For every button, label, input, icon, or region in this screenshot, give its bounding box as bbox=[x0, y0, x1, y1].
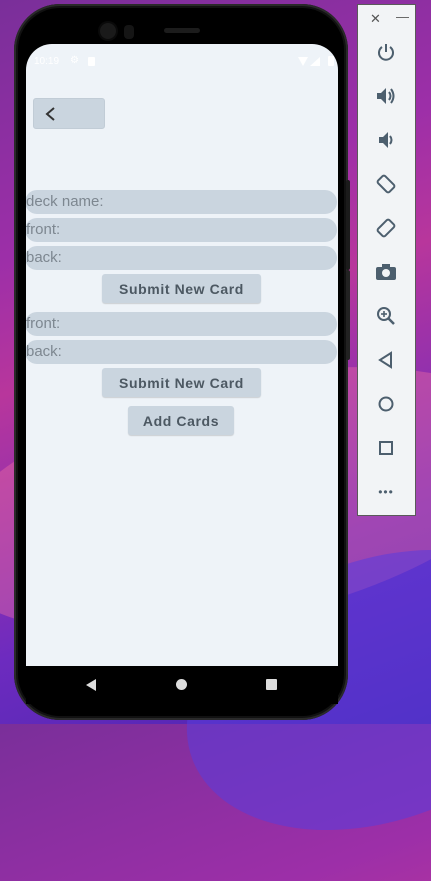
app-screen: 10:19 ⚙ deck name: front: back: Submit N… bbox=[26, 44, 338, 666]
emulator-toolbar: ✕ — ••• bbox=[357, 4, 416, 516]
nav-back-icon[interactable] bbox=[86, 679, 96, 691]
nav-home-icon[interactable] bbox=[176, 679, 187, 690]
card1-back-label: back: bbox=[26, 249, 62, 266]
android-nav-bar bbox=[26, 666, 338, 704]
add-cards-button[interactable]: Add Cards bbox=[128, 406, 234, 435]
zoom-icon[interactable] bbox=[373, 303, 399, 329]
card1-front-field[interactable]: front: bbox=[26, 218, 337, 242]
card2-back-field[interactable]: back: bbox=[26, 340, 337, 364]
card2-front-field[interactable]: front: bbox=[26, 312, 337, 336]
status-bar: 10:19 ⚙ bbox=[26, 54, 338, 70]
settings-status-icon: ⚙ bbox=[70, 55, 79, 66]
wifi-icon bbox=[298, 57, 308, 66]
card1-front-label: front: bbox=[26, 221, 61, 238]
nav-recents-icon[interactable] bbox=[266, 679, 277, 690]
home-icon[interactable] bbox=[373, 391, 399, 417]
card2-back-label: back: bbox=[26, 343, 62, 360]
rotate-left-icon[interactable] bbox=[373, 171, 399, 197]
power-icon[interactable] bbox=[373, 39, 399, 65]
sd-card-icon bbox=[88, 57, 95, 66]
card2-front-label: front: bbox=[26, 315, 61, 332]
back-button[interactable] bbox=[33, 98, 105, 129]
volume-side-button[interactable] bbox=[346, 270, 350, 360]
front-camera bbox=[100, 23, 116, 39]
back-icon[interactable] bbox=[373, 347, 399, 373]
volume-up-icon[interactable] bbox=[373, 83, 399, 109]
volume-down-icon[interactable] bbox=[373, 127, 399, 153]
close-icon[interactable]: ✕ bbox=[370, 11, 381, 27]
status-time: 10:19 bbox=[34, 56, 60, 67]
more-icon[interactable]: ••• bbox=[373, 479, 399, 505]
chevron-left-icon bbox=[45, 107, 55, 121]
card1-back-field[interactable]: back: bbox=[26, 246, 337, 270]
battery-icon bbox=[328, 56, 334, 66]
cell-signal-icon bbox=[310, 57, 320, 66]
earpiece-speaker bbox=[164, 28, 200, 33]
deck-name-field[interactable]: deck name: bbox=[26, 190, 337, 214]
camera-icon[interactable] bbox=[373, 259, 399, 285]
deck-name-label: deck name: bbox=[26, 193, 104, 210]
rotate-right-icon[interactable] bbox=[373, 215, 399, 241]
proximity-sensor bbox=[124, 25, 134, 39]
minimize-icon[interactable]: — bbox=[396, 9, 409, 24]
power-side-button[interactable] bbox=[346, 180, 350, 270]
submit-card1-button[interactable]: Submit New Card bbox=[102, 274, 261, 303]
overview-icon[interactable] bbox=[373, 435, 399, 461]
submit-card2-button[interactable]: Submit New Card bbox=[102, 368, 261, 397]
